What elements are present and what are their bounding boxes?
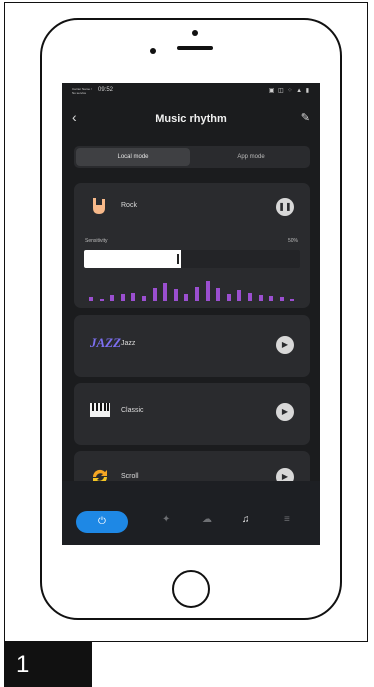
- earpiece-speaker: [177, 46, 213, 50]
- eq-bar: [89, 297, 93, 301]
- edit-icon[interactable]: ✎: [301, 111, 310, 124]
- classic-card[interactable]: Classic ▶: [74, 383, 310, 445]
- rock-label: Rock: [121, 202, 137, 209]
- slider-handle[interactable]: [177, 254, 180, 264]
- eq-bar: [216, 287, 221, 301]
- page-header: ‹ Music rhythm ✎: [62, 103, 320, 133]
- eq-bar: [205, 280, 210, 301]
- sensitivity-label: Sensitivity: [85, 238, 108, 244]
- figure-number-badge: 1: [4, 642, 92, 687]
- rock-hand-icon: [93, 198, 105, 214]
- jazz-play-button[interactable]: ▶: [276, 336, 294, 354]
- jazz-label: Jazz: [121, 340, 136, 347]
- list-icon[interactable]: ≡: [284, 514, 290, 525]
- front-camera: [192, 30, 198, 36]
- sensitivity-value: 50%: [287, 238, 298, 244]
- status-time: 09:52: [98, 87, 114, 93]
- eq-bar: [279, 297, 284, 301]
- eq-bar: [290, 298, 295, 301]
- eq-bar: [131, 292, 136, 301]
- mode-switch: Local mode App mode: [74, 146, 310, 168]
- eq-bar: [152, 287, 157, 301]
- app-screen: Carrier Name / No service 09:52 ▣ ◫ ⁘ ▲ …: [62, 83, 320, 545]
- eq-bar: [173, 289, 178, 301]
- sensitivity-slider[interactable]: [84, 250, 300, 268]
- jazz-card[interactable]: JAZZ Jazz ▶: [74, 315, 310, 377]
- eq-bar: [163, 283, 168, 301]
- eq-bar: [142, 296, 146, 301]
- system-icons: ▣ ◫ ⁘ ▲ ▮: [268, 88, 310, 94]
- rock-card[interactable]: Rock ❚❚ Sensitivity 50%: [74, 183, 310, 308]
- bottom-nav: ⏻ ✦ ☁ ♫ ≡: [62, 481, 320, 545]
- eq-bar: [248, 292, 252, 301]
- eq-bar: [120, 293, 125, 301]
- eq-bar: [269, 296, 274, 301]
- scroll-label: Scroll: [121, 473, 139, 480]
- eq-bar: [237, 290, 242, 301]
- eq-bar: [195, 286, 199, 301]
- classic-play-button[interactable]: ▶: [276, 403, 294, 421]
- eq-bar: [110, 295, 115, 301]
- piano-keys-icon: [90, 403, 110, 417]
- status-bar: Carrier Name / No service 09:52 ▣ ◫ ⁘ ▲ …: [62, 83, 320, 99]
- bulb-icon[interactable]: ✦: [162, 514, 170, 525]
- tab-app-mode[interactable]: App mode: [194, 148, 308, 166]
- eq-bar: [184, 293, 189, 301]
- pause-button[interactable]: ❚❚: [276, 198, 294, 216]
- equalizer-visualizer: [86, 277, 298, 301]
- sensor-dot: [150, 48, 156, 54]
- eq-bar: [226, 293, 231, 301]
- eq-bar: [99, 298, 104, 301]
- slider-fill: [84, 250, 182, 268]
- page-title: Music rhythm: [155, 113, 227, 125]
- cloud-icon[interactable]: ☁: [202, 514, 212, 525]
- power-button[interactable]: ⏻: [76, 511, 128, 533]
- home-button[interactable]: [172, 570, 210, 608]
- classic-label: Classic: [121, 407, 144, 414]
- carrier-name: Carrier Name / No service: [72, 87, 92, 95]
- eq-bar: [258, 295, 263, 301]
- jazz-icon: JAZZ: [90, 335, 122, 350]
- music-icon[interactable]: ♫: [242, 514, 250, 525]
- tab-local-mode[interactable]: Local mode: [76, 148, 190, 166]
